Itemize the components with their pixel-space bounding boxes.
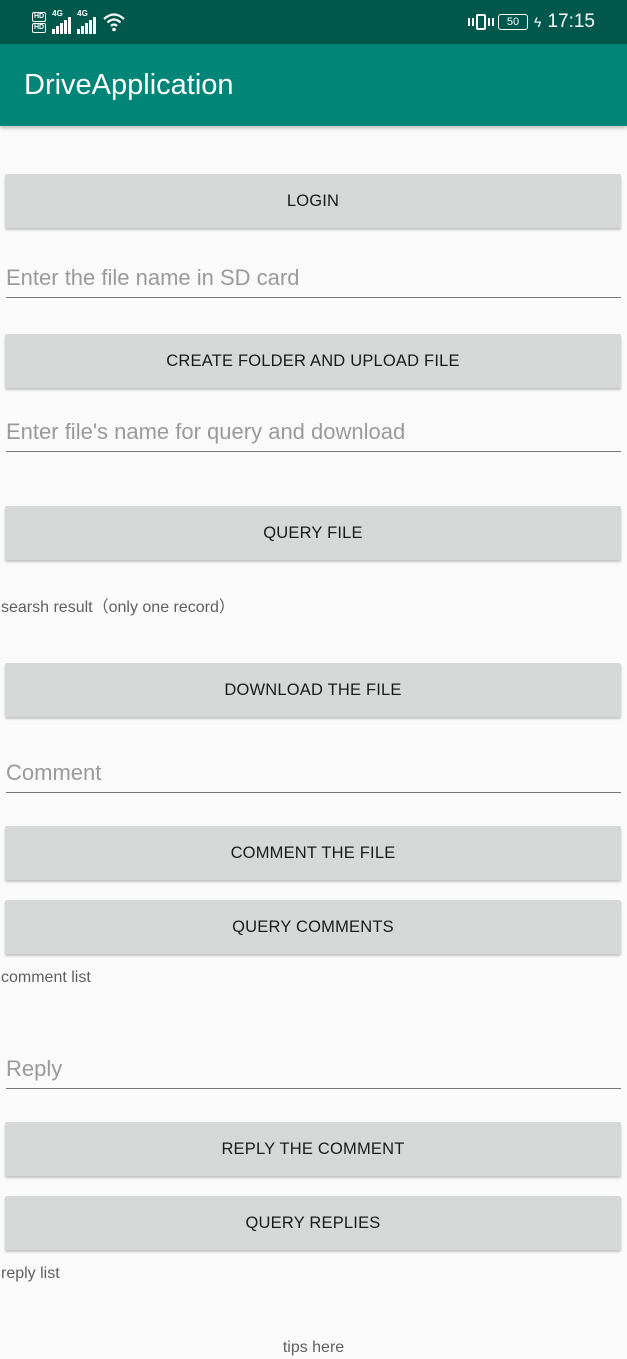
comment-file-button[interactable]: COMMENT THE FILE: [5, 826, 621, 880]
sd-file-name-field[interactable]: [6, 258, 621, 298]
query-file-name-field[interactable]: [6, 412, 621, 452]
app-bar: DriveApplication: [0, 44, 627, 126]
status-bar-right: 50 ϟ 17:15: [468, 8, 595, 36]
reply-comment-button[interactable]: REPLY THE COMMENT: [5, 1122, 621, 1176]
query-replies-button[interactable]: QUERY REPLIES: [5, 1196, 621, 1250]
vibrate-icon: [468, 14, 495, 30]
battery-icon: 50: [498, 14, 529, 30]
tips-text: tips here: [282, 1339, 345, 1356]
hd-indicators: HD HD: [32, 11, 47, 33]
hd-indicator-1: HD: [32, 11, 47, 22]
comment-list-text: comment list: [1, 969, 91, 986]
app-title: DriveApplication: [24, 69, 234, 101]
create-folder-upload-button[interactable]: CREATE FOLDER AND UPLOAD FILE: [5, 334, 621, 388]
login-button[interactable]: LOGIN: [5, 174, 621, 228]
wifi-icon: [103, 13, 125, 32]
reply-input[interactable]: [6, 1049, 621, 1088]
query-file-name-input[interactable]: [6, 412, 621, 451]
query-comments-button[interactable]: QUERY COMMENTS: [5, 900, 621, 954]
cell-signal-icon-1: 4G: [52, 10, 72, 34]
status-time: 17:15: [547, 11, 595, 32]
download-file-button[interactable]: DOWNLOAD THE FILE: [5, 663, 621, 717]
query-file-button[interactable]: QUERY FILE: [5, 506, 621, 560]
reply-field[interactable]: [6, 1049, 621, 1089]
status-bar: HD HD 4G 4G 50 ϟ 17:15: [0, 0, 627, 44]
hd-indicator-2: HD: [32, 22, 47, 33]
sd-file-name-input[interactable]: [6, 258, 621, 297]
cell-signal-icon-2: 4G: [77, 10, 97, 34]
comment-field[interactable]: [6, 753, 621, 793]
status-bar-left: HD HD 4G 4G: [32, 8, 126, 36]
charging-icon: ϟ: [534, 14, 542, 30]
reply-list-text: reply list: [1, 1265, 60, 1282]
comment-input[interactable]: [6, 753, 621, 792]
search-result-text: searsh result（only one record）: [1, 599, 235, 616]
